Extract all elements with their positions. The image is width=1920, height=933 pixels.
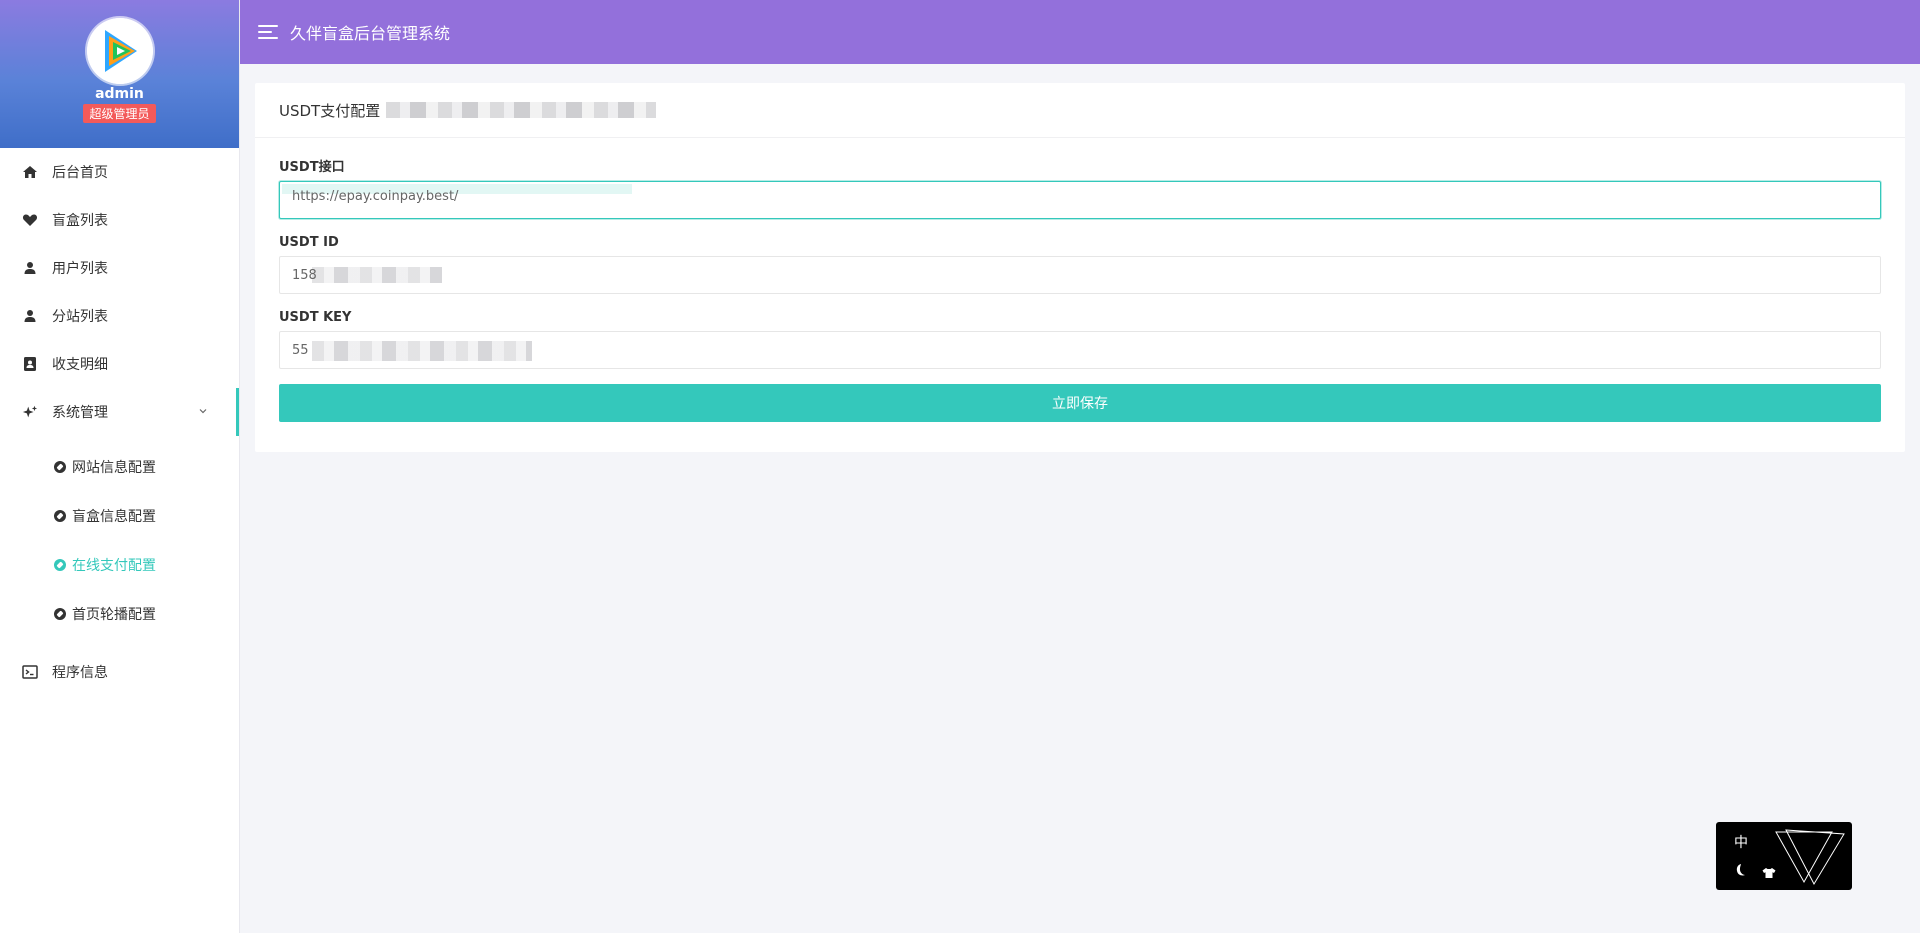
sidebar-subitem-site-config[interactable]: 网站信息配置 xyxy=(0,442,239,491)
terminal-icon xyxy=(22,664,38,680)
field-label-usdt-id: USDT ID xyxy=(279,235,339,250)
sidebar-menu: 后台首页 盲盒列表 用户列表 分站列表 收支明细 系统管理 网站信息配置 盲盒信… xyxy=(0,148,239,696)
top-header: 久伴盲盒后台管理系统 xyxy=(240,0,1920,64)
redacted-mask xyxy=(312,341,532,361)
sidebar-subitem-payment-config[interactable]: 在线支付配置 xyxy=(0,540,239,589)
heart-icon xyxy=(22,212,38,228)
sidebar-item-substation-list[interactable]: 分站列表 xyxy=(0,292,239,340)
usdt-id-value: 158 xyxy=(292,267,317,283)
card-title: USDT支付配置 xyxy=(279,101,381,120)
user-icon xyxy=(22,308,38,324)
usdt-key-input[interactable]: 55 xyxy=(279,331,1881,369)
save-button[interactable]: 立即保存 xyxy=(279,384,1881,422)
sidebar: admin 超级管理员 后台首页 盲盒列表 用户列表 分站列表 收支明细 系统管… xyxy=(0,0,240,933)
chevron-down-icon xyxy=(198,404,208,420)
triangle-logo-icon xyxy=(1774,828,1846,890)
sidebar-item-home[interactable]: 后台首页 xyxy=(0,148,239,196)
sidebar-item-label: 收支明细 xyxy=(52,357,108,373)
sidebar-item-label: 后台首页 xyxy=(52,165,108,181)
sidebar-subitem-carousel-config[interactable]: 首页轮播配置 xyxy=(0,589,239,638)
compass-icon xyxy=(54,607,66,620)
sidebar-item-system-management[interactable]: 系统管理 xyxy=(0,388,239,436)
sidebar-subitem-label: 网站信息配置 xyxy=(72,459,156,476)
compass-icon xyxy=(54,460,66,473)
compass-icon xyxy=(54,509,66,522)
field-label-usdt-api: USDT接口 xyxy=(279,160,345,175)
usdt-id-input[interactable]: 158 xyxy=(279,256,1881,294)
sidebar-item-income-expense[interactable]: 收支明细 xyxy=(0,340,239,388)
sidebar-subitem-label: 首页轮播配置 xyxy=(72,606,156,623)
config-form: USDT接口 https://epay.coinpay.best/ USDT I… xyxy=(255,138,1905,422)
sidebar-item-user-list[interactable]: 用户列表 xyxy=(0,244,239,292)
avatar[interactable] xyxy=(86,18,153,84)
contact-book-icon xyxy=(22,356,38,372)
moon-icon[interactable] xyxy=(1734,862,1746,881)
compass-icon xyxy=(54,558,66,571)
floating-toolbox: 中 xyxy=(1716,822,1852,890)
profile-name: admin xyxy=(95,86,144,102)
sidebar-subitem-label: 在线支付配置 xyxy=(72,557,156,574)
home-icon xyxy=(22,164,38,180)
usdt-api-value: https://epay.coinpay.best/ xyxy=(292,188,459,204)
sidebar-item-label: 分站列表 xyxy=(52,309,108,325)
menu-toggle-icon[interactable] xyxy=(258,24,278,40)
role-badge: 超级管理员 xyxy=(83,104,156,123)
sidebar-item-label: 盲盒列表 xyxy=(52,213,108,229)
language-toggle[interactable]: 中 xyxy=(1734,832,1748,852)
card-header: USDT支付配置 xyxy=(255,83,1905,138)
sidebar-subitem-blindbox-config[interactable]: 盲盒信息配置 xyxy=(0,491,239,540)
sidebar-item-program-info[interactable]: 程序信息 xyxy=(0,648,239,696)
sidebar-item-blindbox-list[interactable]: 盲盒列表 xyxy=(0,196,239,244)
sidebar-item-label: 系统管理 xyxy=(52,405,108,421)
usdt-key-value: 55 xyxy=(292,342,309,358)
field-label-usdt-key: USDT KEY xyxy=(279,310,352,325)
app-title: 久伴盲盒后台管理系统 xyxy=(290,24,451,43)
sparkle-icon xyxy=(22,404,38,420)
usdt-config-card: USDT支付配置 USDT接口 https://epay.coinpay.bes… xyxy=(255,83,1905,452)
sidebar-item-label: 程序信息 xyxy=(52,665,108,681)
system-submenu: 网站信息配置 盲盒信息配置 在线支付配置 首页轮播配置 xyxy=(0,436,239,648)
sidebar-item-label: 用户列表 xyxy=(52,261,108,277)
profile-panel: admin 超级管理员 xyxy=(0,0,239,148)
video-logo-icon xyxy=(86,18,153,84)
redacted-text xyxy=(386,102,657,118)
user-icon xyxy=(22,260,38,276)
redacted-mask xyxy=(312,267,442,283)
usdt-api-input[interactable]: https://epay.coinpay.best/ xyxy=(279,181,1881,219)
sidebar-subitem-label: 盲盒信息配置 xyxy=(72,508,156,525)
